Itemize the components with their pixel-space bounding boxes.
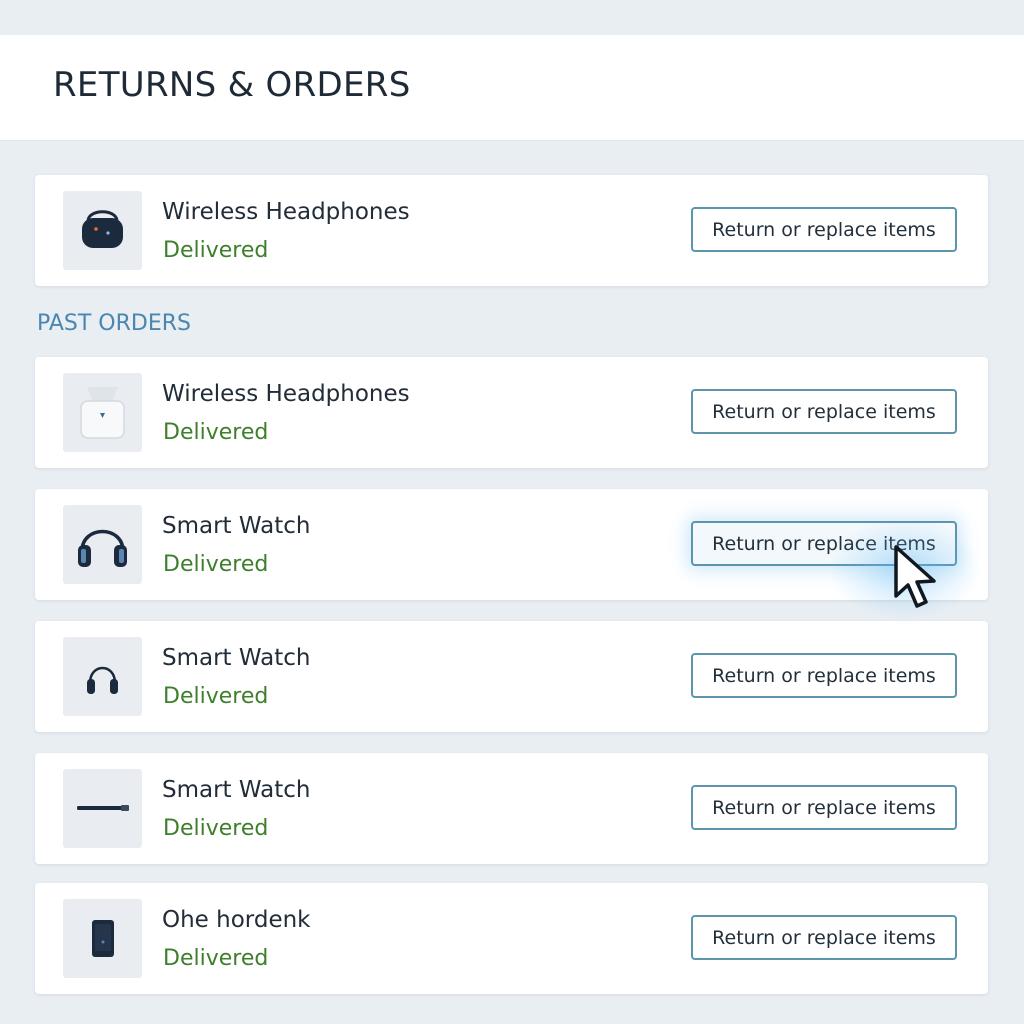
- product-thumbnail: [63, 191, 142, 270]
- return-or-replace-button[interactable]: Return or replace items: [691, 207, 957, 252]
- headphone-case-icon: [82, 210, 123, 248]
- headphones-icon: [87, 666, 118, 694]
- product-thumbnail: [63, 899, 142, 978]
- page-header: RETURNS & ORDERS: [0, 35, 1024, 141]
- phone-icon: [92, 920, 114, 957]
- earbuds-case-icon: [80, 387, 125, 439]
- past-order-card: Wireless Headphones Delivered Return or …: [35, 357, 988, 468]
- return-or-replace-button[interactable]: Return or replace items: [691, 785, 957, 830]
- product-thumbnail: [63, 637, 142, 716]
- delivery-status: Delivered: [163, 238, 269, 263]
- past-order-card: Smart Watch Delivered Return or replace …: [35, 621, 988, 732]
- page-title: RETURNS & ORDERS: [53, 65, 411, 105]
- delivery-status: Delivered: [163, 684, 269, 709]
- delivery-status: Delivered: [163, 816, 269, 841]
- product-name: Smart Watch: [162, 645, 311, 671]
- past-orders-heading: PAST ORDERS: [37, 311, 191, 336]
- order-card: Wireless Headphones Delivered Return or …: [35, 175, 988, 286]
- return-or-replace-button[interactable]: Return or replace items: [691, 521, 957, 566]
- product-thumbnail: [63, 373, 142, 452]
- product-name: Wireless Headphones: [162, 381, 410, 407]
- past-order-card: Smart Watch Delivered Return or replace …: [35, 753, 988, 864]
- delivery-status: Delivered: [163, 420, 269, 445]
- product-name: Ohe hordenk: [162, 907, 311, 933]
- past-order-card: Smart Watch Delivered Return or replace …: [35, 489, 988, 600]
- product-name: Smart Watch: [162, 777, 311, 803]
- product-name: Smart Watch: [162, 513, 311, 539]
- cable-icon: [77, 805, 129, 811]
- return-or-replace-button[interactable]: Return or replace items: [691, 915, 957, 960]
- past-order-card: Ohe hordenk Delivered Return or replace …: [35, 883, 988, 994]
- product-name: Wireless Headphones: [162, 199, 410, 225]
- delivery-status: Delivered: [163, 946, 269, 971]
- product-thumbnail: [63, 505, 142, 584]
- product-thumbnail: [63, 769, 142, 848]
- return-or-replace-button[interactable]: Return or replace items: [691, 389, 957, 434]
- return-or-replace-button[interactable]: Return or replace items: [691, 653, 957, 698]
- returns-orders-page: RETURNS & ORDERS Wireless Headphones Del…: [0, 0, 1024, 1024]
- headphones-icon: [78, 529, 127, 567]
- delivery-status: Delivered: [163, 552, 269, 577]
